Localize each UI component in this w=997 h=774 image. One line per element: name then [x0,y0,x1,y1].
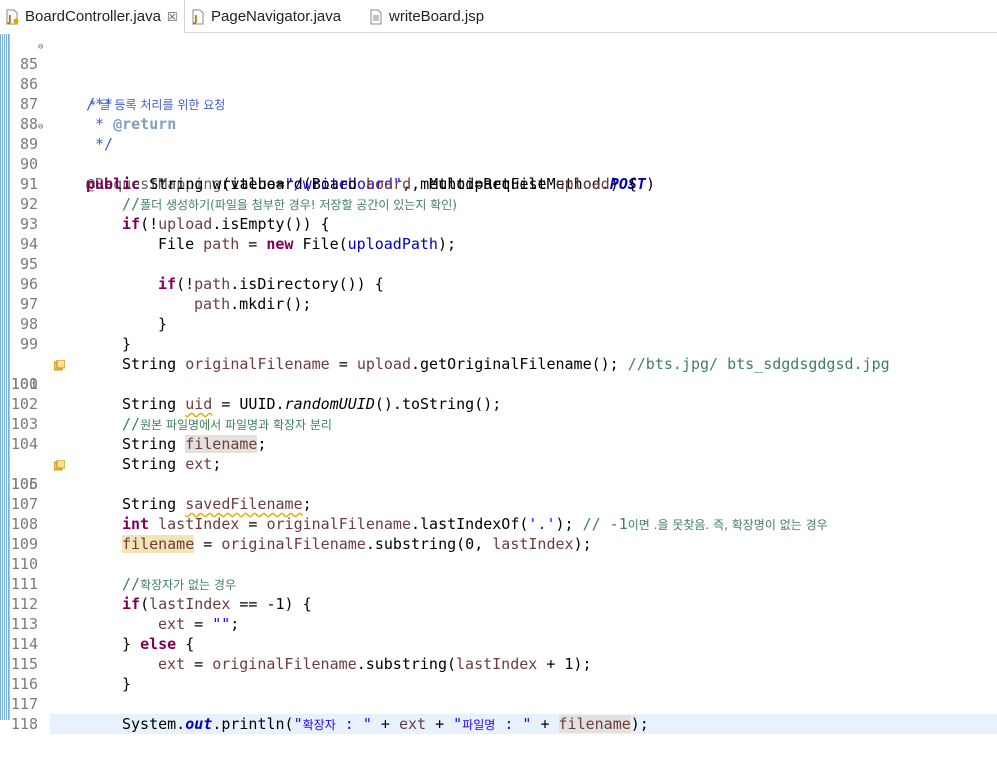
code-line: 106 [0,454,997,493]
static-field-token: out [185,715,213,733]
string-token: : " [495,715,532,733]
code-line: 98 } [0,294,997,353]
code-line: 89 ⊖ @RequestMapping(value="/writeboard"… [0,114,997,193]
code-line: 97 } [0,274,997,333]
code-line: 92 if(!upload.isEmpty()) { [0,174,997,233]
code-line: 86 * 글 등록 처리를 위한 요청 [0,54,997,112]
code-line: 99 String originalFilename = upload.getO… [0,314,997,373]
local-var-token: filename [558,715,631,733]
code-line: 115 } [0,634,997,693]
code-line: 91 //폴더 생성하기(파일을 첨부한 경우! 저장할 공간이 있는지 확인) [0,154,997,213]
tab-board-controller[interactable]: J BoardController.java ☒ [0,0,185,33]
code-text[interactable] [50,734,997,754]
string-token: 파일명 [462,718,496,732]
local-var-token: ext [398,715,427,733]
code-line: 93 File path = new File(uploadPath); [0,194,997,253]
tab-label: writeBoard.jsp [389,8,485,25]
code-line: 100 String uid = UUID.randomUUID().toStr… [0,334,997,413]
code-token: + [426,715,454,733]
code-line-current: 117 System.out.println("확장자 : " + ext + … [0,674,997,734]
code-token: ); [630,715,649,733]
code-text[interactable]: System.out.println("확장자 : " + ext + "파일명… [50,714,997,734]
code-line: 108 filename = originalFilename.substrin… [0,494,997,553]
code-token: + [531,715,559,733]
line-number: 118 [10,715,38,733]
tab-label: BoardController.java [25,8,161,25]
code-line: 113 } else { [0,594,997,653]
code-line: 88 */ [0,94,997,153]
string-token: " [453,715,463,733]
warning-icon[interactable] [0,437,66,471]
code-line: 87 * @return [0,74,997,133]
editor-tab-bar: J BoardController.java ☒ J PageNavigator… [0,0,997,33]
code-token: System. [122,715,186,733]
code-line: 118 [0,694,997,733]
tab-label: PageNavigator.java [211,8,342,25]
string-token: " [293,715,303,733]
code-line: 95 if(!path.isDirectory()) { [0,234,997,293]
close-tab-icon[interactable]: ☒ [167,10,178,24]
code-line: 105 String savedFilename; [0,434,997,513]
code-line: 96 path.mkdir(); [0,254,997,313]
code-line: 104 String ext; [0,414,997,473]
svg-text:J: J [193,14,198,25]
code-line: 90 public String writeboard(Board board,… [0,134,997,193]
code-line: 102 //원본 파일명에서 파일명과 확장자 분리 [0,374,997,433]
jsp-file-icon [368,9,384,25]
code-line: 110 //확장자가 없는 경우 [0,534,997,593]
code-line: 116 [0,654,997,693]
code-line: 111 if(lastIndex == -1) { [0,554,997,613]
java-file-icon: J [4,9,20,25]
svg-text:J: J [7,14,12,25]
string-token: 확장자 [302,718,336,732]
code-line: 112 ext = ""; [0,574,997,633]
code-token: + [371,715,399,733]
code-line: 101 [0,354,997,393]
code-line: 107 int lastIndex = originalFilename.las… [0,474,997,533]
code-line: 85 ⊖ /** [0,34,997,113]
code-line: 109 [0,514,997,553]
tab-page-navigator[interactable]: J PageNavigator.java [190,0,360,33]
code-line: 94 [0,214,997,253]
string-token: : " [335,715,372,733]
code-line: 114 ext = originalFilename.substring(las… [0,614,997,673]
java-file-icon: J [190,9,206,25]
code-line: 103 String filename; [0,394,997,453]
tab-write-board[interactable]: writeBoard.jsp [368,0,498,33]
code-token: .println( [212,715,294,733]
code-editor[interactable]: 85 ⊖ /** 86 * 글 등록 처리를 위한 요청 87 * @retur… [0,34,997,734]
warning-icon[interactable] [0,337,66,371]
